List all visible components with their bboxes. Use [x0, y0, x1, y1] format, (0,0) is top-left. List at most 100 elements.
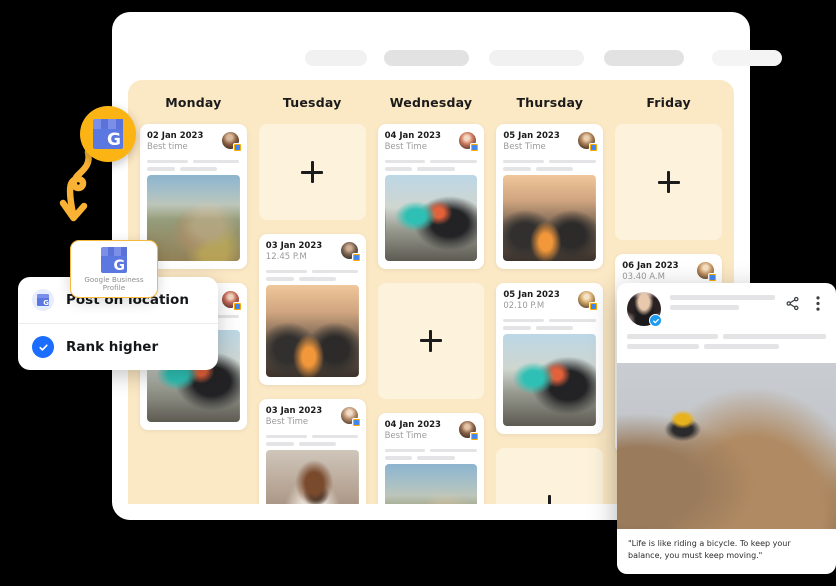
- post-card-header: 02 Jan 2023 Best time: [147, 131, 242, 154]
- avatar: [220, 131, 242, 152]
- screenshot-stage: Monday Tuesday Wednesday Thursday Friday…: [0, 0, 836, 586]
- post-card[interactable]: 04 Jan 2023 Best Time: [377, 412, 485, 504]
- post-card[interactable]: 04 Jan 2023 Best Time: [377, 124, 485, 269]
- post-date: 06 Jan 2023: [622, 261, 679, 271]
- google-business-profile-icon[interactable]: G: [80, 106, 136, 162]
- google-business-profile-badge-icon: [470, 143, 480, 152]
- post-card[interactable]: 05 Jan 2023 02.10 P.M: [496, 282, 604, 434]
- post-time: Best Time: [265, 417, 309, 428]
- post-card-header: 04 Jan 2023 Best Time: [384, 131, 480, 154]
- day-header-wednesday: Wednesday: [389, 94, 473, 110]
- post-image: [147, 174, 240, 261]
- google-business-profile-badge-icon: [589, 301, 599, 311]
- google-business-profile-chip[interactable]: G Google Business Profile: [70, 240, 158, 298]
- menu-item-rank-higher[interactable]: Rank higher: [18, 323, 218, 370]
- post-text-placeholder: [384, 448, 478, 460]
- storefront-icon: G: [93, 119, 123, 149]
- calendar-column-wednesday: 04 Jan 2023 Best Time 04 Jan 2023 Best T…: [372, 124, 491, 504]
- calendar-column-thursday: 05 Jan 2023 Best Time 05 Jan 2023 02.10 …: [490, 124, 609, 504]
- avatar: [220, 289, 242, 311]
- post-time: 12.45 P.M: [265, 252, 307, 263]
- toolbar-placeholder-1[interactable]: [305, 50, 367, 66]
- verified-badge-icon: [649, 314, 662, 327]
- toolbar-placeholder-2[interactable]: [384, 50, 469, 66]
- day-header-monday: Monday: [165, 94, 222, 110]
- post-card[interactable]: 05 Jan 2023 Best Time: [496, 124, 604, 269]
- google-business-profile-badge-icon: [351, 417, 361, 427]
- post-text-placeholder: [503, 318, 596, 330]
- avatar: [577, 289, 599, 311]
- social-body-placeholder: [617, 334, 836, 363]
- calendar-column-tuesday: 03 Jan 2023 12.45 P.M 03 Jan 2023 Best T…: [253, 124, 372, 504]
- post-image: [265, 449, 359, 504]
- google-business-profile-badge-icon: [232, 301, 242, 311]
- chip-label: Google Business Profile: [84, 276, 144, 292]
- plus-icon: [301, 161, 324, 183]
- avatar: [695, 261, 717, 282]
- post-date: 02 Jan 2023: [147, 131, 204, 141]
- post-card-header: 06 Jan 2023 03.40 A.M: [622, 261, 717, 284]
- post-card[interactable]: 03 Jan 2023 Best Time: [258, 398, 366, 504]
- plus-icon: [539, 494, 561, 504]
- google-business-profile-icon: G: [32, 289, 54, 311]
- avatar: [577, 131, 599, 152]
- share-icon[interactable]: [784, 295, 800, 311]
- menu-item-label: Rank higher: [66, 339, 159, 355]
- g-letter: G: [113, 258, 126, 274]
- day-header-tuesday: Tuesday: [282, 94, 342, 110]
- post-text-placeholder: [147, 159, 240, 171]
- plus-icon: [419, 329, 442, 352]
- post-text-placeholder: [265, 269, 359, 281]
- avatar: [627, 292, 662, 327]
- post-card-header: 03 Jan 2023 Best Time: [265, 405, 361, 429]
- storefront-icon: G: [101, 247, 127, 273]
- post-date: 04 Jan 2023: [384, 131, 441, 141]
- post-image: [503, 333, 597, 426]
- avatar: [458, 131, 480, 152]
- google-business-profile-badge-icon: [589, 143, 599, 152]
- social-author-placeholder: [670, 292, 775, 315]
- post-image: [384, 463, 478, 504]
- post-image: [265, 284, 359, 377]
- google-business-profile-badge-icon: [470, 431, 480, 441]
- toolbar-placeholder-3[interactable]: [489, 50, 584, 66]
- google-business-profile-badge-icon: [351, 253, 361, 262]
- add-post-slot[interactable]: [496, 447, 604, 504]
- avatar: [458, 419, 480, 441]
- post-card-header: 05 Jan 2023 02.10 P.M: [503, 289, 599, 313]
- toolbar-placeholder-5[interactable]: [712, 50, 782, 66]
- google-business-profile-badge-icon: [232, 143, 242, 152]
- post-image: [384, 174, 478, 261]
- post-time: Best Time: [384, 142, 427, 153]
- post-date: 05 Jan 2023: [503, 289, 560, 300]
- add-post-slot[interactable]: [377, 282, 485, 399]
- post-card[interactable]: 03 Jan 2023 12.45 P.M: [258, 234, 366, 385]
- social-post-caption: "Life is like riding a bicycle. To keep …: [628, 539, 791, 560]
- toolbar-placeholder-4[interactable]: [604, 50, 684, 66]
- post-card-header: 05 Jan 2023 Best Time: [503, 131, 599, 154]
- social-card-header: [617, 283, 836, 334]
- post-text-placeholder: [503, 159, 596, 171]
- post-date: 03 Jan 2023: [265, 405, 323, 416]
- social-post-image: [617, 363, 836, 529]
- day-header-friday: Friday: [646, 94, 691, 110]
- post-time: Best time: [147, 142, 188, 153]
- post-text-placeholder: [265, 434, 359, 446]
- toolbar: [112, 12, 782, 80]
- post-image: [503, 174, 597, 261]
- post-time: Best Time: [384, 431, 427, 442]
- g-letter: G: [107, 130, 121, 150]
- google-business-profile-badge-icon: [707, 273, 717, 282]
- social-card-actions: [784, 292, 826, 311]
- more-vertical-icon[interactable]: [810, 295, 826, 311]
- post-text-placeholder: [384, 159, 478, 171]
- day-header-thursday: Thursday: [516, 94, 584, 110]
- social-preview-card: "Life is like riding a bicycle. To keep …: [617, 283, 836, 574]
- post-card-header: 03 Jan 2023 12.45 P.M: [265, 241, 361, 264]
- post-date: 04 Jan 2023: [384, 419, 441, 430]
- add-post-slot[interactable]: [258, 124, 366, 220]
- check-circle-icon: [32, 336, 54, 358]
- add-post-slot[interactable]: [615, 124, 722, 240]
- post-card-header: 04 Jan 2023 Best Time: [384, 419, 480, 443]
- post-time: 02.10 P.M: [503, 301, 545, 312]
